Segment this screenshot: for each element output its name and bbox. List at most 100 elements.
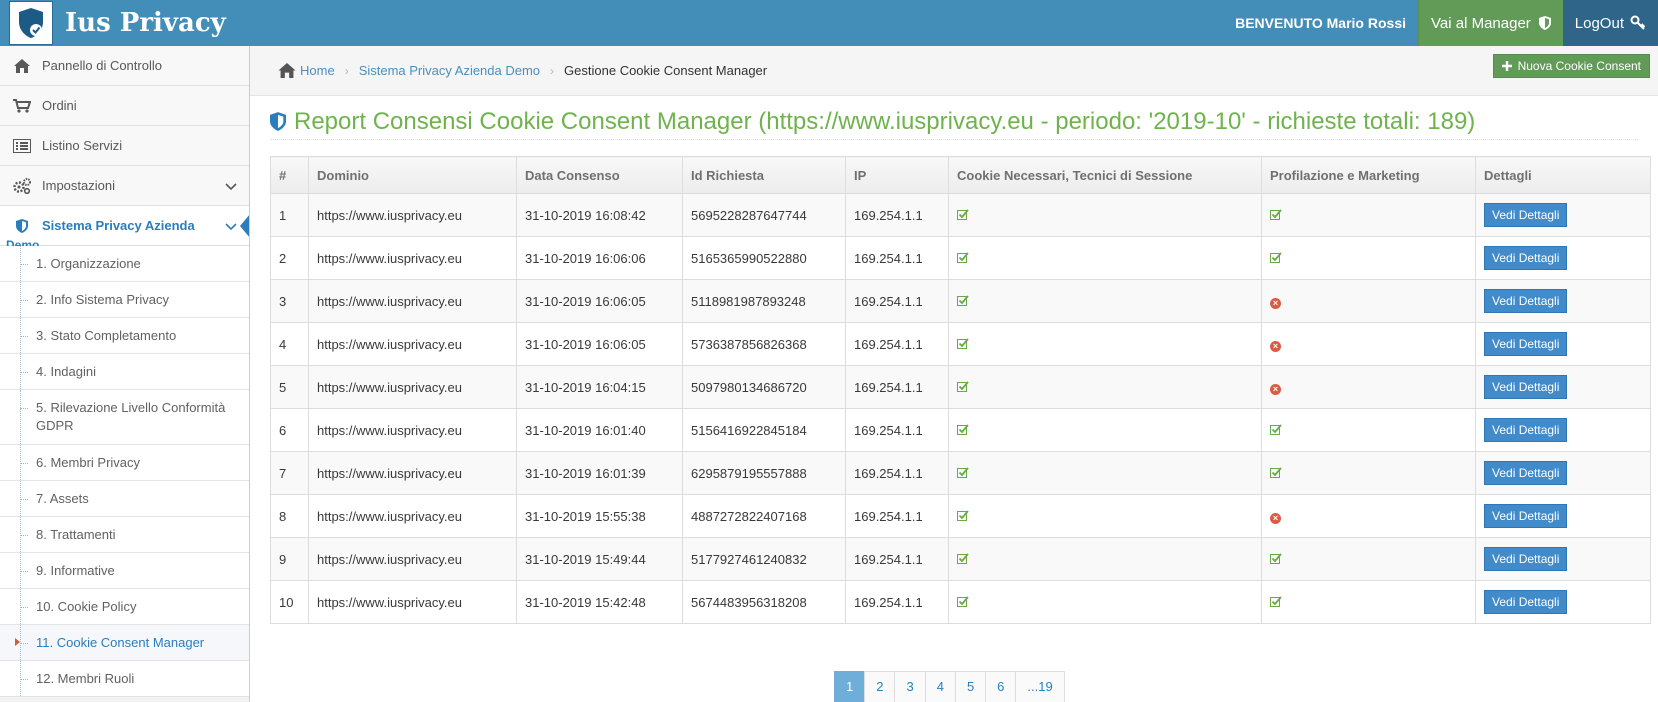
page-link[interactable]: ...19: [1015, 671, 1065, 702]
cell-date: 31-10-2019 16:01:40: [516, 408, 683, 452]
submenu-label: 3. Stato Completamento: [36, 327, 177, 343]
sidebar-item-pannello[interactable]: Pannello di Controllo: [0, 46, 249, 86]
main-content: Home › Sistema Privacy Azienda Demo › Ge…: [250, 46, 1658, 702]
submenu-item[interactable]: 2. Info Sistema Privacy: [0, 282, 249, 318]
new-button-label: Nuova Cookie Consent: [1517, 59, 1641, 73]
breadcrumb-separator-icon: ›: [344, 63, 349, 78]
sidebar-item-ordini[interactable]: Ordini: [0, 86, 249, 126]
check-icon: [1261, 580, 1476, 624]
times-circle-icon: ×: [1261, 279, 1476, 323]
page-link[interactable]: 6: [985, 671, 1017, 702]
page-link[interactable]: 3: [894, 671, 926, 702]
check-icon: [1261, 193, 1476, 237]
page-link[interactable]: 1: [834, 671, 866, 702]
page-title-text: Report Consensi Cookie Consent Manager (…: [294, 107, 1476, 135]
shield-icon: [1538, 16, 1551, 30]
cell-domain: https://www.iusprivacy.eu: [308, 322, 517, 366]
vedi-dettagli-button[interactable]: Vedi Dettagli: [1484, 332, 1568, 356]
cell-domain: https://www.iusprivacy.eu: [308, 236, 517, 280]
cell-date: 31-10-2019 16:08:42: [516, 193, 683, 237]
sidebar-item-listino[interactable]: Listino Servizi: [0, 126, 249, 166]
check-icon: [1261, 537, 1476, 581]
top-navbar: Ius Privacy BENVENUTO Mario Rossi Vai al…: [0, 0, 1658, 46]
table-row: 2 https://www.iusprivacy.eu 31-10-2019 16:…: [270, 236, 1651, 280]
submenu-item[interactable]: 1. Organizzazione: [0, 246, 249, 282]
cell-id: 6295879195557888: [682, 451, 846, 495]
table-row: 6 https://www.iusprivacy.eu 31-10-2019 16:…: [270, 408, 1651, 452]
vedi-dettagli-button[interactable]: Vedi Dettagli: [1484, 203, 1568, 227]
table-row: 7 https://www.iusprivacy.eu 31-10-2019 16:…: [270, 451, 1651, 495]
cell-ip: 169.254.1.1: [845, 365, 949, 409]
cell-id: 5118981987893248: [682, 279, 846, 323]
submenu-item[interactable]: 4. Indagini: [0, 354, 249, 390]
cell-date: 31-10-2019 15:42:48: [516, 580, 683, 624]
sidebar-item-label: Impostazioni: [42, 178, 115, 193]
cell-domain: https://www.iusprivacy.eu: [308, 193, 517, 237]
cell-dettagli: Vedi Dettagli: [1475, 236, 1651, 280]
page-link[interactable]: 5: [954, 671, 987, 702]
cell-ip: 169.254.1.1: [845, 580, 949, 624]
submenu-item[interactable]: 9. Informative: [0, 553, 249, 589]
submenu-label: 2. Info Sistema Privacy: [36, 291, 169, 307]
vedi-dettagli-button[interactable]: Vedi Dettagli: [1484, 289, 1568, 313]
manager-button[interactable]: Vai al Manager: [1418, 0, 1563, 46]
brand-title[interactable]: Ius Privacy: [65, 8, 226, 38]
home-icon[interactable]: [278, 63, 296, 78]
cell-id: 5674483956318208: [682, 580, 846, 624]
new-cookie-consent-button[interactable]: Nuova Cookie Consent: [1492, 54, 1650, 78]
list-icon: [12, 136, 32, 156]
check-icon: [948, 365, 1262, 409]
submenu-item-current[interactable]: 11. Cookie Consent Manager: [0, 625, 249, 661]
chevron-down-icon: [225, 219, 237, 234]
column-header: Cookie Necessari, Tecnici di Sessione: [948, 156, 1262, 194]
cell-n: 4: [270, 322, 309, 366]
cell-domain: https://www.iusprivacy.eu: [308, 279, 517, 323]
sidebar-item-impostazioni[interactable]: Impostazioni: [0, 166, 249, 206]
vedi-dettagli-button[interactable]: Vedi Dettagli: [1484, 246, 1568, 270]
shield-logo-icon[interactable]: [9, 1, 53, 45]
cell-ip: 169.254.1.1: [845, 494, 949, 538]
submenu-item[interactable]: 7. Assets: [0, 481, 249, 517]
shield-icon: [12, 216, 32, 236]
page-link[interactable]: 2: [864, 671, 896, 702]
submenu-item[interactable]: 5. Rilevazione Livello Conformità GDPR: [0, 390, 249, 445]
submenu-label: 8. Trattamenti: [36, 526, 116, 542]
cell-dettagli: Vedi Dettagli: [1475, 537, 1651, 581]
cell-id: 5097980134686720: [682, 365, 846, 409]
table-row: 5 https://www.iusprivacy.eu 31-10-2019 16:…: [270, 365, 1651, 409]
submenu-item[interactable]: 8. Trattamenti: [0, 517, 249, 553]
vedi-dettagli-button[interactable]: Vedi Dettagli: [1484, 504, 1568, 528]
vedi-dettagli-button[interactable]: Vedi Dettagli: [1484, 461, 1568, 485]
vedi-dettagli-button[interactable]: Vedi Dettagli: [1484, 590, 1568, 614]
page-link[interactable]: 4: [924, 671, 956, 702]
logout-button[interactable]: LogOut: [1562, 0, 1658, 46]
cell-n: 6: [270, 408, 309, 452]
cell-n: 2: [270, 236, 309, 280]
cell-domain: https://www.iusprivacy.eu: [308, 365, 517, 409]
manager-label: Vai al Manager: [1431, 14, 1531, 32]
cell-ip: 169.254.1.1: [845, 322, 949, 366]
column-header: #: [270, 156, 309, 194]
cell-domain: https://www.iusprivacy.eu: [308, 494, 517, 538]
submenu-item[interactable]: 10. Cookie Policy: [0, 589, 249, 625]
submenu-item[interactable]: 3. Stato Completamento: [0, 318, 249, 354]
report-table: # Dominio Data Consenso Id Richiesta IP …: [270, 156, 1651, 624]
vedi-dettagli-button[interactable]: Vedi Dettagli: [1484, 547, 1568, 571]
sidebar-item-sistema-privacy[interactable]: Sistema Privacy Azienda Demo: [0, 206, 249, 246]
cell-dettagli: Vedi Dettagli: [1475, 451, 1651, 495]
cell-ip: 169.254.1.1: [845, 279, 949, 323]
submenu-item[interactable]: 12. Membri Ruoli: [0, 661, 249, 697]
cell-id: 5736387856826368: [682, 322, 846, 366]
breadcrumb-home-link[interactable]: Home: [300, 63, 335, 78]
cell-id: 4887272822407168: [682, 494, 846, 538]
cell-n: 3: [270, 279, 309, 323]
cell-dettagli: Vedi Dettagli: [1475, 322, 1651, 366]
sidebar-item-label: Sistema Privacy Azienda: [42, 218, 195, 233]
vedi-dettagli-button[interactable]: Vedi Dettagli: [1484, 375, 1568, 399]
welcome-text: BENVENUTO Mario Rossi: [1235, 15, 1406, 31]
cell-date: 31-10-2019 16:06:05: [516, 279, 683, 323]
breadcrumb-level1-link[interactable]: Sistema Privacy Azienda Demo: [359, 63, 540, 78]
submenu-item[interactable]: 6. Membri Privacy: [0, 445, 249, 481]
vedi-dettagli-button[interactable]: Vedi Dettagli: [1484, 418, 1568, 442]
check-icon: [948, 408, 1262, 452]
